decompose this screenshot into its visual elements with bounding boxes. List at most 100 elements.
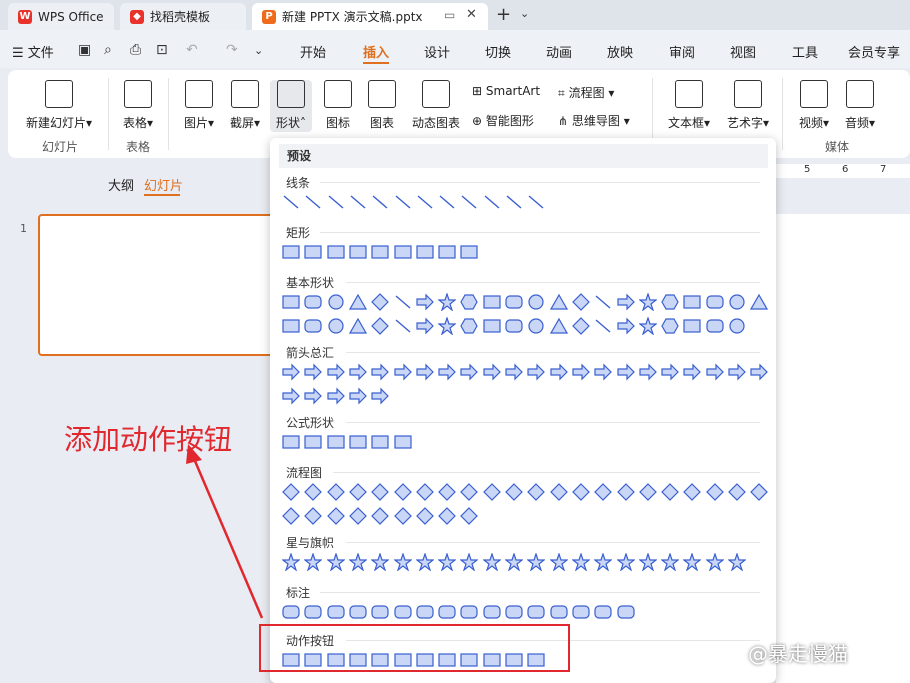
shape-option[interactable] — [460, 293, 479, 311]
shape-option[interactable] — [349, 363, 367, 381]
shape-option[interactable] — [371, 293, 390, 311]
close-tab-icon[interactable]: ✕ — [466, 7, 477, 22]
shape-option[interactable] — [706, 293, 724, 311]
shape-option[interactable] — [415, 507, 434, 525]
screenshot-button[interactable]: 截屏▾ — [224, 80, 266, 131]
shape-option[interactable] — [282, 433, 300, 451]
shape-option[interactable] — [371, 243, 389, 261]
shape-option[interactable] — [371, 363, 390, 381]
shape-option[interactable] — [327, 193, 345, 211]
shape-option[interactable] — [705, 553, 724, 571]
shape-option[interactable] — [327, 293, 345, 311]
shape-option[interactable] — [683, 363, 702, 381]
shape-option[interactable] — [438, 483, 456, 501]
shape-option[interactable] — [348, 553, 367, 571]
shape-option[interactable] — [438, 603, 456, 621]
shape-option[interactable] — [616, 483, 635, 501]
undo-icon[interactable]: ↶ — [186, 42, 198, 58]
shape-option[interactable] — [326, 483, 345, 501]
shape-option[interactable] — [282, 483, 300, 501]
shape-option[interactable] — [460, 507, 479, 525]
shape-option[interactable] — [728, 363, 746, 381]
shape-option[interactable] — [282, 363, 300, 381]
shape-option[interactable] — [505, 293, 523, 311]
shape-option[interactable] — [349, 387, 367, 405]
shape-option[interactable] — [371, 603, 389, 621]
shape-option[interactable] — [304, 193, 322, 211]
shape-option[interactable] — [616, 317, 635, 335]
shape-option[interactable] — [393, 553, 412, 571]
shape-option[interactable] — [572, 363, 590, 381]
shape-option[interactable] — [594, 603, 612, 621]
shape-option[interactable] — [616, 363, 635, 381]
shape-option[interactable] — [349, 603, 367, 621]
shape-option[interactable] — [393, 603, 412, 621]
export-icon[interactable]: ⌕ — [104, 42, 112, 58]
shape-option[interactable] — [282, 293, 300, 311]
shape-option[interactable] — [572, 483, 590, 501]
shape-option[interactable] — [683, 293, 701, 311]
shape-option[interactable] — [505, 483, 523, 501]
shape-option[interactable] — [393, 363, 412, 381]
shape-option[interactable] — [616, 553, 635, 571]
shape-option[interactable] — [304, 387, 323, 405]
menu-animation[interactable]: 动画 — [546, 42, 572, 61]
shape-option[interactable] — [304, 507, 323, 525]
shape-option[interactable] — [349, 243, 367, 261]
shape-option[interactable] — [438, 293, 457, 311]
shape-option[interactable] — [728, 483, 746, 501]
shape-option[interactable] — [393, 243, 412, 261]
shape-option[interactable] — [394, 293, 412, 311]
shape-option[interactable] — [572, 317, 590, 335]
shape-option[interactable] — [393, 507, 412, 525]
table-button[interactable]: 表格▾ — [116, 80, 160, 131]
shape-option[interactable] — [282, 193, 300, 211]
shape-option[interactable] — [416, 363, 434, 381]
shape-option[interactable] — [393, 433, 412, 451]
menu-tools[interactable]: 工具 — [792, 42, 818, 61]
shape-option[interactable] — [348, 293, 367, 311]
shape-option[interactable] — [527, 363, 546, 381]
shape-option[interactable] — [438, 363, 456, 381]
shape-option[interactable] — [549, 553, 568, 571]
shape-option[interactable] — [594, 363, 613, 381]
shape-option[interactable] — [304, 317, 322, 335]
shape-option[interactable] — [549, 293, 568, 311]
print-preview-icon[interactable]: ⊡ — [156, 42, 168, 58]
shape-option[interactable] — [326, 507, 345, 525]
shape-option[interactable] — [683, 317, 701, 335]
shape-option[interactable] — [483, 317, 501, 335]
shape-option[interactable] — [706, 363, 724, 381]
shape-option[interactable] — [527, 483, 546, 501]
shape-option[interactable] — [482, 483, 501, 501]
tab-list-chevron-icon[interactable]: ⌄ — [520, 7, 529, 20]
menu-view[interactable]: 视图 — [730, 42, 756, 61]
shape-option[interactable] — [326, 243, 345, 261]
shape-option[interactable] — [416, 243, 434, 261]
shape-option[interactable] — [594, 553, 613, 571]
shape-option[interactable] — [706, 317, 724, 335]
textbox-button[interactable]: 文本框▾ — [664, 80, 714, 131]
tab-current-file[interactable]: P 新建 PPTX 演示文稿.pptx ▭ ✕ — [252, 3, 488, 30]
shape-option[interactable] — [549, 363, 568, 381]
shape-option[interactable] — [616, 603, 635, 621]
mindmap-button[interactable]: ⋔ 思维导图 ▾ — [558, 112, 630, 129]
shape-option[interactable] — [683, 553, 702, 571]
shape-option[interactable] — [394, 193, 412, 211]
shape-option[interactable] — [705, 483, 724, 501]
shape-option[interactable] — [483, 363, 501, 381]
shape-option[interactable] — [349, 193, 367, 211]
shape-option[interactable] — [750, 363, 769, 381]
shape-option[interactable] — [594, 483, 613, 501]
shape-option[interactable] — [594, 293, 612, 311]
slide-thumbnail[interactable] — [38, 214, 278, 356]
shape-option[interactable] — [460, 363, 479, 381]
tab-wps-office[interactable]: W WPS Office — [8, 3, 114, 30]
shape-option[interactable] — [661, 553, 680, 571]
shape-option[interactable] — [728, 317, 746, 335]
shape-option[interactable] — [460, 553, 479, 571]
shape-option[interactable] — [638, 483, 657, 501]
shape-option[interactable] — [750, 483, 769, 501]
shape-option[interactable] — [549, 603, 568, 621]
shape-option[interactable] — [572, 603, 590, 621]
